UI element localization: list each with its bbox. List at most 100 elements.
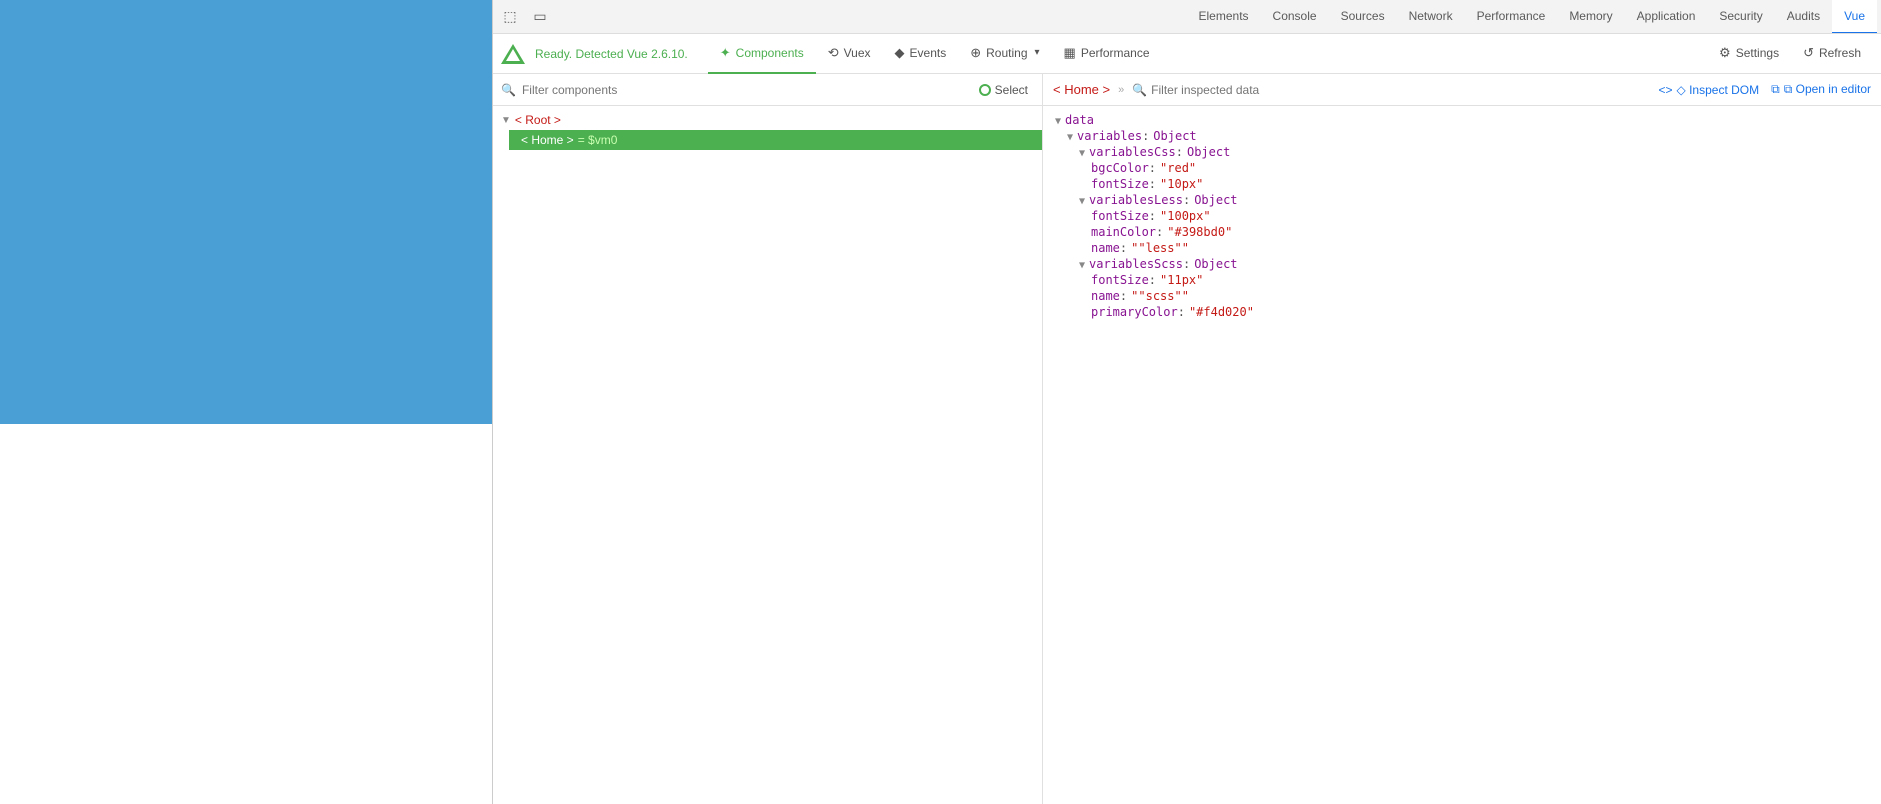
settings-icon: ⚙: [1719, 45, 1731, 61]
tab-memory[interactable]: Memory: [1557, 0, 1624, 34]
colon-bgccolor: :: [1149, 161, 1156, 175]
inspect-dom-button[interactable]: <> ◇ Inspect DOM: [1659, 83, 1760, 97]
data-row-name-scss[interactable]: name : ""scss"": [1043, 288, 1881, 304]
key-variablesscss: variablesScss: [1089, 257, 1183, 271]
key-maincolor: mainColor: [1091, 225, 1156, 239]
performance-label: Performance: [1081, 46, 1150, 60]
tree-item-root[interactable]: ▼ < Root >: [493, 110, 1042, 130]
tab-console[interactable]: Console: [1261, 0, 1329, 34]
tab-vue[interactable]: Vue: [1832, 0, 1877, 34]
inspected-component-name[interactable]: < Home >: [1053, 82, 1110, 97]
open-in-editor-button[interactable]: ⧉ ⧉ Open in editor: [1771, 82, 1871, 97]
select-button[interactable]: Select: [973, 81, 1034, 99]
val-name-less: ""less"": [1131, 241, 1189, 255]
toggle-variablesscss[interactable]: ▼: [1079, 260, 1085, 271]
data-actions: <> ◇ Inspect DOM ⧉ ⧉ Open in editor: [1659, 82, 1871, 97]
nav-refresh[interactable]: ↺ Refresh: [1791, 34, 1873, 74]
colon-variablescss: :: [1176, 145, 1183, 159]
toggle-data[interactable]: ▼: [1055, 116, 1061, 127]
nav-routing[interactable]: ⊕ Routing: [958, 34, 1051, 74]
nav-vuex[interactable]: ⟲ Vuex: [816, 34, 883, 74]
tab-security[interactable]: Security: [1707, 0, 1774, 34]
colon-name-less: :: [1120, 241, 1127, 255]
breadcrumb-separator: »: [1118, 84, 1124, 96]
events-icon: ◆: [895, 45, 905, 61]
nav-components[interactable]: ✦ Components: [708, 34, 816, 74]
colon-fontsize-scss: :: [1149, 273, 1156, 287]
colon-fontsize-less: :: [1149, 209, 1156, 223]
data-row-maincolor[interactable]: mainColor : "#398bd0": [1043, 224, 1881, 240]
select-label: Select: [995, 83, 1028, 97]
data-row-fontsize-scss[interactable]: fontSize : "11px": [1043, 272, 1881, 288]
val-fontsize-scss: "11px": [1160, 273, 1203, 287]
components-label: Components: [736, 46, 804, 60]
settings-label: Settings: [1736, 46, 1779, 60]
key-variablescss: variablesCss: [1089, 145, 1176, 159]
key-variablesless: variablesLess: [1089, 193, 1183, 207]
vue-toolbar: Ready. Detected Vue 2.6.10. ✦ Components…: [493, 34, 1881, 74]
open-editor-label: ⧉ Open in editor: [1784, 82, 1871, 97]
tree-item-home[interactable]: < Home > = $vm0: [509, 130, 1042, 150]
nav-performance[interactable]: ▦ Performance: [1052, 34, 1162, 74]
key-primarycolor: primaryColor: [1091, 305, 1178, 319]
select-circle-icon: [979, 84, 991, 96]
data-search-bar: 🔍: [1132, 83, 1650, 97]
data-filter-input[interactable]: [1151, 83, 1650, 97]
component-panel: 🔍 Select ▼ < Root > < Home > = $vm0: [493, 74, 1043, 804]
data-row-variables[interactable]: ▼ variables : Object: [1043, 128, 1881, 144]
data-row-data[interactable]: ▼ data: [1043, 112, 1881, 128]
val-name-scss: ""scss"": [1131, 289, 1189, 303]
inspect-dom-icon: <>: [1659, 83, 1673, 97]
colon-fontsize-css: :: [1149, 177, 1156, 191]
tab-application[interactable]: Application: [1625, 0, 1708, 34]
data-row-variablesless[interactable]: ▼ variablesLess : Object: [1043, 192, 1881, 208]
type-variablescss: Object: [1187, 145, 1230, 159]
events-label: Events: [910, 46, 947, 60]
val-bgccolor: "red": [1160, 161, 1196, 175]
refresh-icon: ↺: [1803, 45, 1814, 61]
toggle-variablescss[interactable]: ▼: [1079, 148, 1085, 159]
type-variables: Object: [1153, 129, 1196, 143]
data-tree: ▼ data ▼ variables : Object ▼ variablesC…: [1043, 106, 1881, 804]
key-name-scss: name: [1091, 289, 1120, 303]
key-variables: variables: [1077, 129, 1142, 143]
performance-icon: ▦: [1064, 45, 1076, 61]
data-row-variablesscss[interactable]: ▼ variablesScss : Object: [1043, 256, 1881, 272]
data-row-bgccolor[interactable]: bgcColor : "red": [1043, 160, 1881, 176]
type-variablesless: Object: [1194, 193, 1237, 207]
component-filter-input[interactable]: [522, 83, 967, 97]
tab-network[interactable]: Network: [1397, 0, 1465, 34]
data-row-primarycolor[interactable]: primaryColor : "#f4d020": [1043, 304, 1881, 320]
key-fontsize-css: fontSize: [1091, 177, 1149, 191]
tab-sources[interactable]: Sources: [1329, 0, 1397, 34]
toggle-variables[interactable]: ▼: [1067, 132, 1073, 143]
colon-variablesless: :: [1183, 193, 1190, 207]
refresh-label: Refresh: [1819, 46, 1861, 60]
colon-variables: :: [1142, 129, 1149, 143]
data-row-variablescss[interactable]: ▼ variablesCss : Object: [1043, 144, 1881, 160]
val-fontsize-less: "100px": [1160, 209, 1211, 223]
tab-audits[interactable]: Audits: [1775, 0, 1832, 34]
root-component-name: < Root >: [515, 113, 561, 127]
key-bgccolor: bgcColor: [1091, 161, 1149, 175]
search-icon: 🔍: [501, 83, 516, 97]
components-icon: ✦: [720, 45, 731, 61]
data-panel: < Home > » 🔍 <> ◇ Inspect DOM ⧉ ⧉ Open i…: [1043, 74, 1881, 804]
data-row-name-less[interactable]: name : ""less"": [1043, 240, 1881, 256]
data-row-fontsize-css[interactable]: fontSize : "10px": [1043, 176, 1881, 192]
vue-logo: [501, 44, 525, 64]
routing-label: Routing: [986, 46, 1027, 60]
device-toolbar-icon[interactable]: ▭: [527, 4, 553, 30]
colon-variablesscss: :: [1183, 257, 1190, 271]
tab-elements[interactable]: Elements: [1187, 0, 1261, 34]
vuex-icon: ⟲: [828, 45, 839, 61]
nav-settings[interactable]: ⚙ Settings: [1707, 34, 1791, 74]
data-row-fontsize-less[interactable]: fontSize : "100px": [1043, 208, 1881, 224]
nav-events[interactable]: ◆ Events: [883, 34, 959, 74]
toggle-variablesless[interactable]: ▼: [1079, 196, 1085, 207]
tab-performance[interactable]: Performance: [1465, 0, 1558, 34]
page-background: [0, 0, 492, 424]
vue-panels: 🔍 Select ▼ < Root > < Home > = $vm0: [493, 74, 1881, 804]
inspect-element-icon[interactable]: ⬚: [497, 4, 523, 30]
devtools-icon-buttons: ⬚ ▭: [497, 4, 553, 30]
